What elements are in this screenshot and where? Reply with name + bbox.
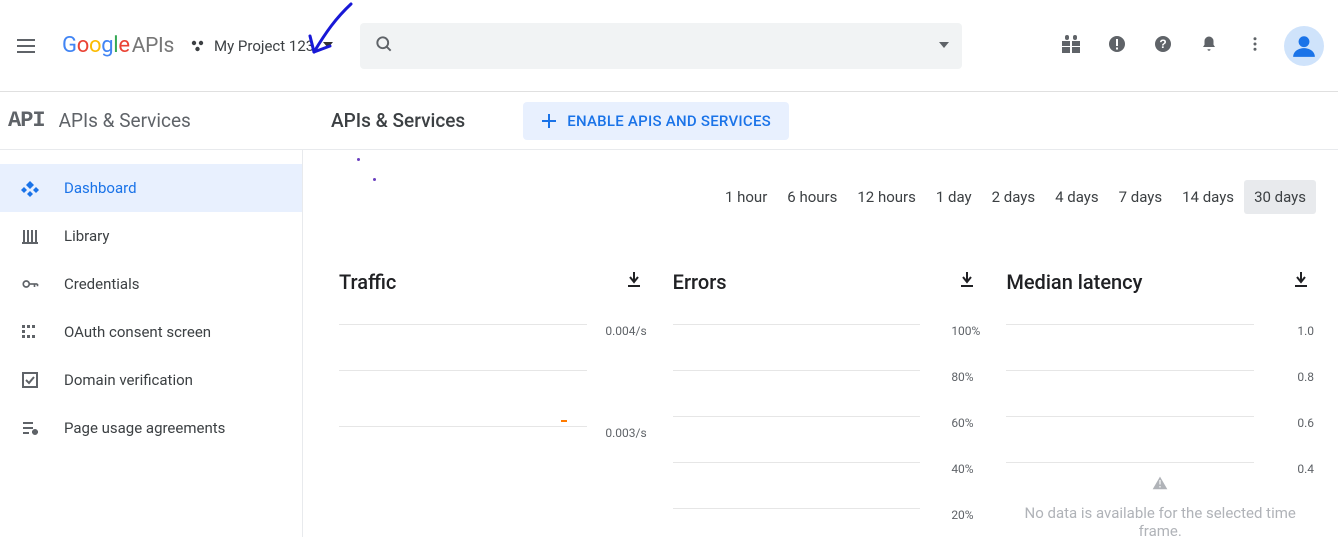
notifications-icon[interactable] [1200, 35, 1218, 57]
tick-label: 0.8 [1297, 370, 1314, 384]
sidebar: Dashboard Library Credentials OAuth cons… [0, 150, 303, 537]
errors-card: Errors 100% 80% 60% 40% 20% [673, 264, 981, 524]
latency-title: Median latency [1006, 270, 1142, 294]
sidebar-item-label: Credentials [64, 275, 139, 293]
sidebar-item-label: Library [64, 227, 109, 245]
warning-icon [1151, 474, 1169, 496]
time-range-selector: 1 hour 6 hours 12 hours 1 day 2 days 4 d… [715, 180, 1316, 214]
sidebar-item-dashboard[interactable]: Dashboard [0, 164, 302, 212]
tr-label: 30 days [1254, 188, 1306, 206]
tick-label: 60% [951, 416, 973, 430]
project-name: My Project 123 [214, 37, 314, 55]
traffic-chart: 0.004/s 0.003/s [339, 324, 647, 524]
tick-label: 100% [951, 324, 980, 338]
tr-label: 4 days [1055, 188, 1099, 206]
more-vert-icon[interactable] [1246, 35, 1264, 57]
sidebar-item-label: Page usage agreements [64, 419, 225, 437]
sidebar-item-credentials[interactable]: Credentials [0, 260, 302, 308]
errors-title: Errors [673, 270, 727, 294]
hamburger-menu-icon[interactable] [14, 34, 38, 58]
gift-icon[interactable] [1062, 35, 1080, 57]
search-input[interactable] [360, 23, 962, 69]
tr-label: 14 days [1182, 188, 1234, 206]
search-caret-down-icon[interactable] [938, 36, 950, 55]
top-bar: Google APIs My Project 123 ? [0, 0, 1338, 92]
sub-header: API APIs & Services APIs & Services ENAB… [0, 92, 1338, 150]
google-apis-logo[interactable]: Google APIs [62, 33, 174, 58]
tr-label: 1 day [936, 188, 972, 206]
sidebar-item-page-usage-agreements[interactable]: Page usage agreements [0, 404, 302, 452]
settings-list-icon [20, 418, 40, 438]
page-title-wrap: APIs & Services ENABLE APIS AND SERVICES [303, 102, 789, 140]
sidebar-title-wrap: API APIs & Services [0, 108, 303, 133]
traffic-card: Traffic 0.004/s 0.003/s [339, 264, 647, 524]
tr-label: 6 hours [787, 188, 837, 206]
logo-apis-text: APIs [132, 34, 174, 58]
latency-card: Median latency 1.0 0.8 0.6 0.4 No data i… [1006, 264, 1314, 524]
tick-label: 0.004/s [605, 324, 646, 338]
latency-chart: 1.0 0.8 0.6 0.4 No data is available for… [1006, 324, 1314, 524]
svg-text:?: ? [1159, 37, 1166, 51]
alert-icon[interactable] [1108, 35, 1126, 57]
sidebar-item-label: Domain verification [64, 371, 193, 389]
api-icon: API [8, 108, 45, 133]
sidebar-item-label: OAuth consent screen [64, 323, 211, 341]
sidebar-item-domain-verification[interactable]: Domain verification [0, 356, 302, 404]
time-range-7-days[interactable]: 7 days [1109, 180, 1173, 214]
time-range-2-days[interactable]: 2 days [982, 180, 1046, 214]
search-icon [374, 34, 394, 58]
consent-icon [20, 322, 40, 342]
header-action-icons: ? [1062, 35, 1264, 57]
data-point [561, 420, 567, 422]
time-range-6-hours[interactable]: 6 hours [777, 180, 847, 214]
tr-label: 7 days [1119, 188, 1163, 206]
time-range-30-days[interactable]: 30 days [1244, 180, 1316, 214]
enable-apis-button[interactable]: ENABLE APIS AND SERVICES [523, 102, 789, 140]
time-range-1-hour[interactable]: 1 hour [715, 180, 777, 214]
content-layout: Dashboard Library Credentials OAuth cons… [0, 150, 1338, 537]
sidebar-item-oauth-consent[interactable]: OAuth consent screen [0, 308, 302, 356]
caret-down-icon [322, 37, 334, 55]
time-range-14-days[interactable]: 14 days [1172, 180, 1244, 214]
help-icon[interactable]: ? [1154, 35, 1172, 57]
tick-label: 0.003/s [605, 426, 646, 440]
tick-label: 0.6 [1297, 416, 1314, 430]
project-icon [190, 38, 206, 54]
no-data-message: No data is available for the selected ti… [1006, 474, 1314, 537]
sidebar-title: APIs & Services [59, 109, 191, 132]
key-icon [20, 274, 40, 294]
sidebar-item-label: Dashboard [64, 179, 137, 197]
download-icon[interactable] [958, 271, 976, 293]
library-icon [20, 226, 40, 246]
download-icon[interactable] [1292, 271, 1310, 293]
page-title: APIs & Services [331, 109, 465, 132]
tick-label: 20% [951, 508, 973, 522]
dashboard-icon [20, 178, 40, 198]
download-icon[interactable] [625, 271, 643, 293]
tr-label: 1 hour [725, 188, 767, 206]
time-range-12-hours[interactable]: 12 hours [847, 180, 926, 214]
annotation-arrow [296, 0, 366, 70]
main-content: 1 hour 6 hours 12 hours 1 day 2 days 4 d… [303, 150, 1338, 537]
errors-chart: 100% 80% 60% 40% 20% [673, 324, 981, 524]
time-range-4-days[interactable]: 4 days [1045, 180, 1109, 214]
chart-cards: Traffic 0.004/s 0.003/s Errors [339, 264, 1314, 524]
avatar[interactable] [1284, 26, 1324, 66]
enable-apis-label: ENABLE APIS AND SERVICES [567, 112, 771, 130]
tr-label: 12 hours [857, 188, 916, 206]
traffic-title: Traffic [339, 270, 396, 294]
tick-label: 80% [951, 370, 973, 384]
tr-label: 2 days [992, 188, 1036, 206]
check-box-icon [20, 370, 40, 390]
no-data-text: No data is available for the selected ti… [1006, 504, 1314, 537]
tick-label: 40% [951, 462, 973, 476]
tick-label: 1.0 [1297, 324, 1314, 338]
project-selector[interactable]: My Project 123 [190, 37, 334, 55]
sidebar-item-library[interactable]: Library [0, 212, 302, 260]
time-range-1-day[interactable]: 1 day [926, 180, 982, 214]
